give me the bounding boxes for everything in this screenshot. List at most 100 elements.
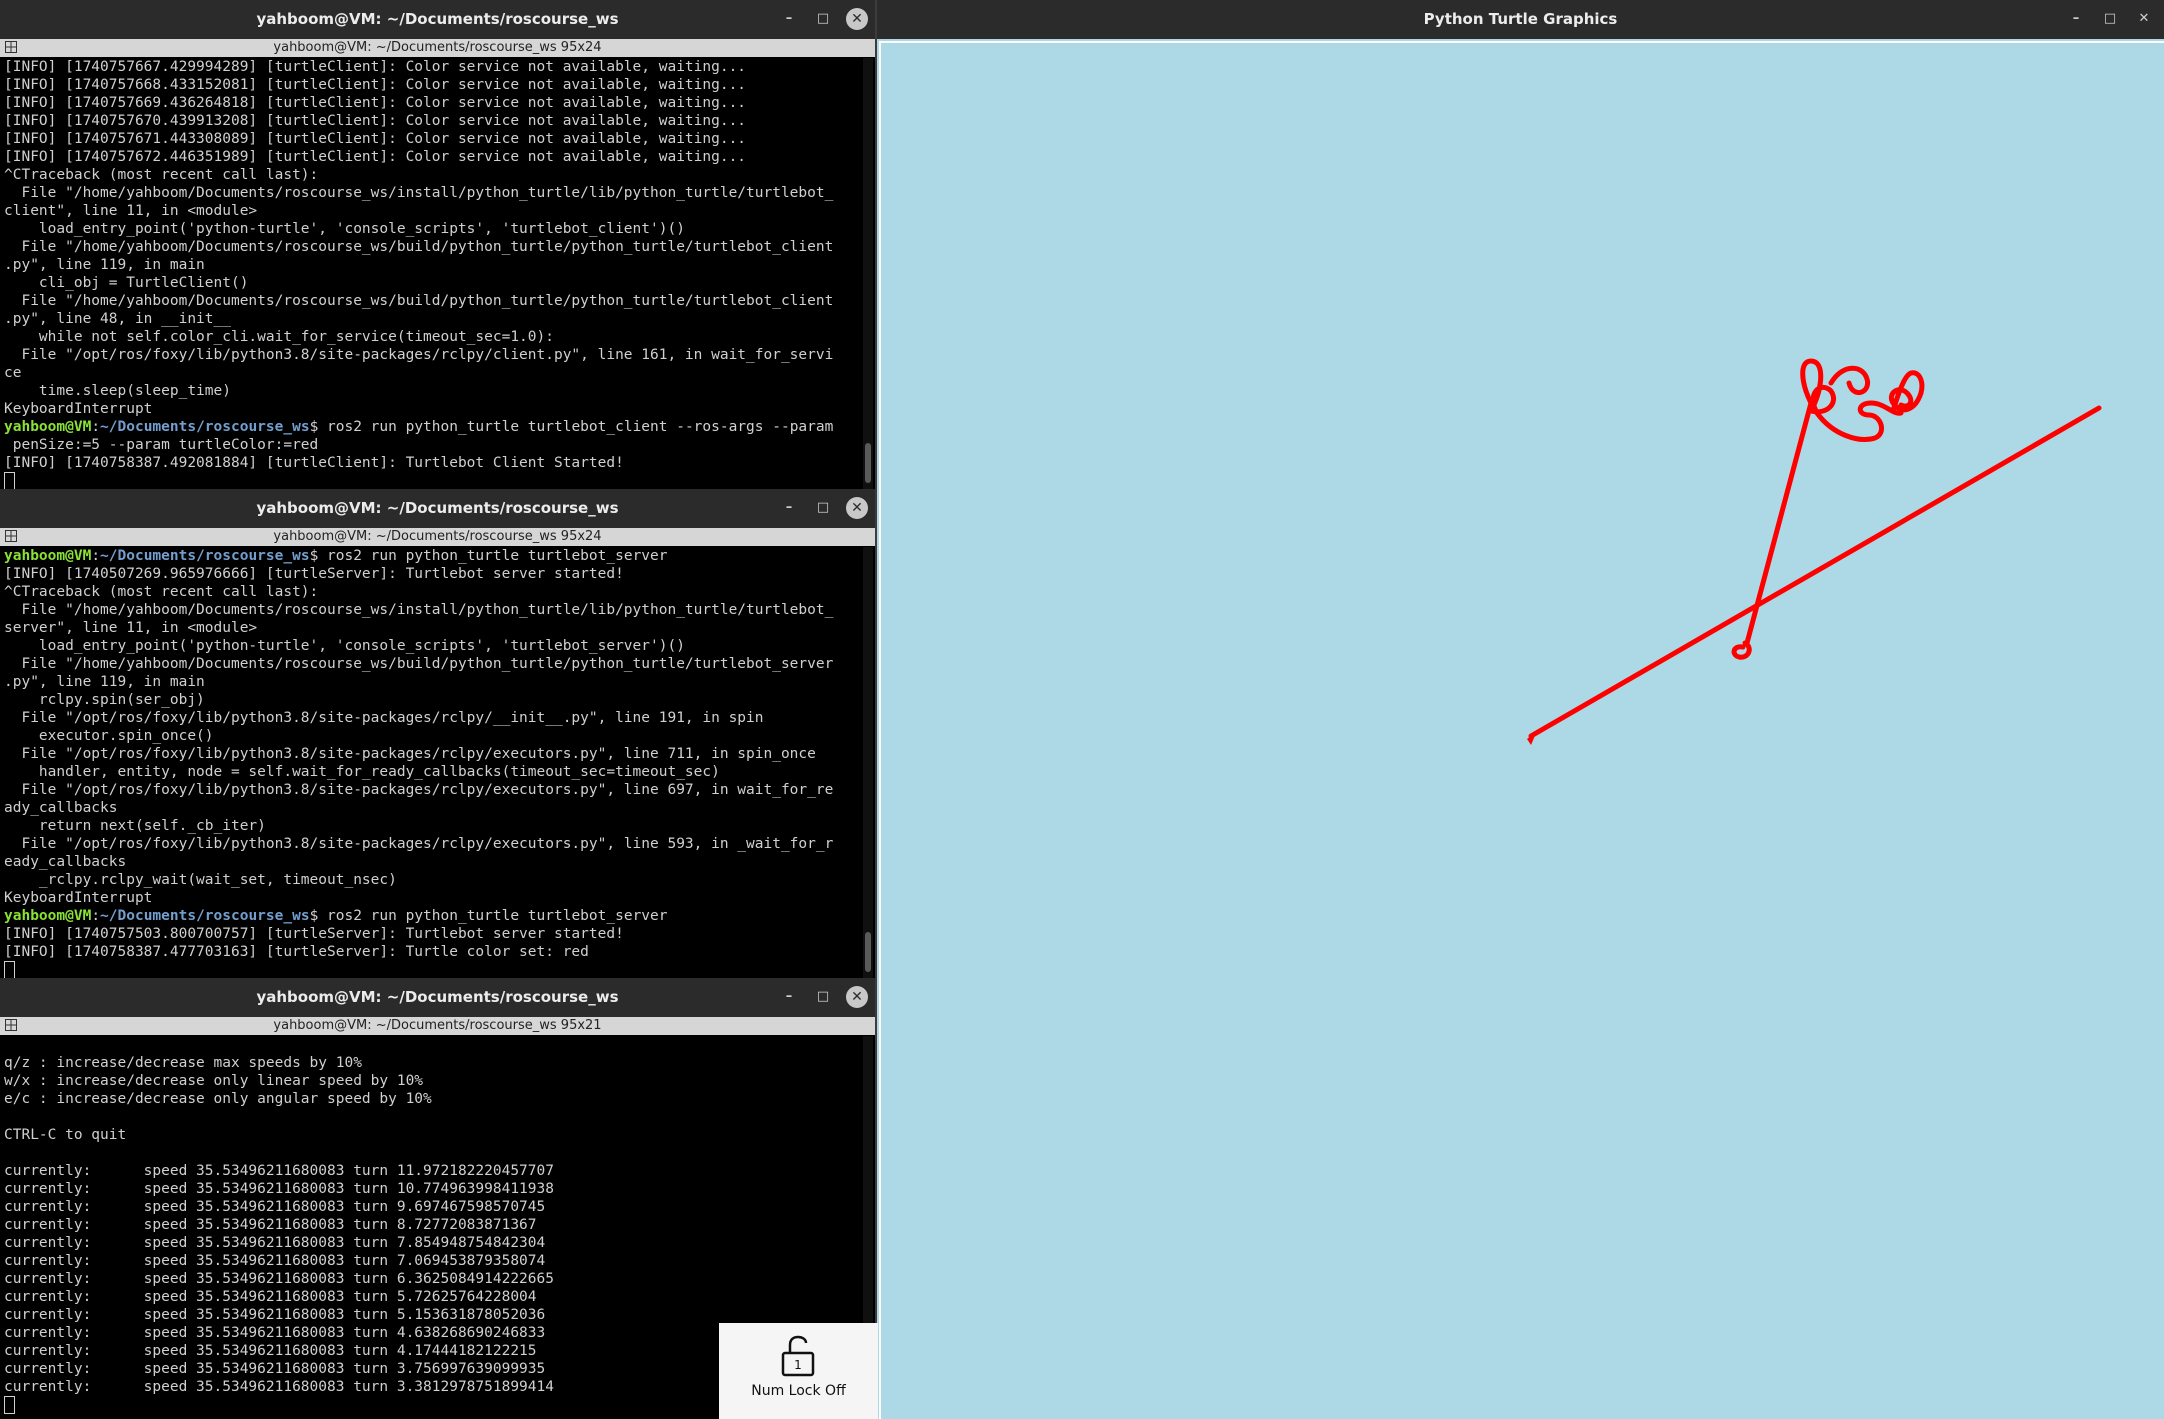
terminal-tab-icon[interactable] [5, 1019, 17, 1031]
terminal-line: [INFO] [1740757672.446351989] [turtleCli… [4, 149, 747, 165]
terminal-line: eady_callbacks [4, 854, 127, 870]
window-title: yahboom@VM: ~/Documents/roscourse_ws [256, 988, 619, 1006]
command-text: $ ros2 run python_turtle turtlebot_clien… [309, 419, 834, 435]
close-button[interactable]: ✕ [846, 497, 868, 519]
terminal-line: yahboom@VM:~/Documents/roscourse_ws$ ros… [4, 418, 859, 436]
close-button[interactable]: ✕ [2133, 8, 2155, 30]
terminal-line: currently: speed 35.53496211680083 turn … [4, 1235, 546, 1251]
terminal-line: yahboom@VM:~/Documents/roscourse_ws$ ros… [4, 547, 859, 565]
terminal-line: File "/home/yahboom/Documents/roscourse_… [4, 185, 834, 201]
terminal-line: currently: speed 35.53496211680083 turn … [4, 1217, 537, 1233]
terminal-line: currently: speed 35.53496211680083 turn … [4, 1163, 554, 1179]
terminal-line: File "/opt/ros/foxy/lib/python3.8/site-p… [4, 836, 834, 852]
numlock-indicator: 1 Num Lock Off [719, 1323, 878, 1419]
terminal-line: File "/opt/ros/foxy/lib/python3.8/site-p… [4, 347, 834, 363]
terminal-line: File "/opt/ros/foxy/lib/python3.8/site-p… [4, 746, 816, 762]
terminal-window-client[interactable]: yahboom@VM: ~/Documents/roscourse_ws – □… [0, 0, 875, 489]
numlock-label: Num Lock Off [751, 1383, 846, 1399]
terminal-line: [INFO] [1740757667.429994289] [turtleCli… [4, 59, 747, 75]
close-button[interactable]: ✕ [846, 986, 868, 1008]
minimize-button[interactable]: – [778, 986, 800, 1008]
terminal-line: executor.spin_once() [4, 728, 214, 744]
terminal-line: [INFO] [1740757670.439913208] [turtleCli… [4, 113, 747, 129]
terminal-line: File "/home/yahboom/Documents/roscourse_… [4, 602, 834, 618]
terminal-tab-bar: yahboom@VM: ~/Documents/roscourse_ws 95x… [0, 528, 875, 546]
turtle-path-long-line [1528, 405, 2102, 739]
terminal-tab-bar: yahboom@VM: ~/Documents/roscourse_ws 95x… [0, 39, 875, 57]
terminal-line: handler, entity, node = self.wait_for_re… [4, 764, 720, 780]
terminal-tab-icon[interactable] [5, 41, 17, 53]
terminal-line: load_entry_point('python-turtle', 'conso… [4, 221, 685, 237]
terminal-line: e/c : increase/decrease only angular spe… [4, 1091, 432, 1107]
maximize-button[interactable]: □ [2099, 8, 2121, 30]
terminal-line: return next(self._cb_iter) [4, 818, 266, 834]
terminal-window-server[interactable]: yahboom@VM: ~/Documents/roscourse_ws – □… [0, 489, 875, 978]
terminal-line: File "/home/yahboom/Documents/roscourse_… [4, 239, 834, 255]
window-title: yahboom@VM: ~/Documents/roscourse_ws [256, 499, 619, 517]
terminal-line: [INFO] [1740758387.477703163] [turtleSer… [4, 944, 589, 960]
title-bar[interactable]: yahboom@VM: ~/Documents/roscourse_ws – □… [0, 489, 875, 528]
cursor-line [4, 472, 859, 489]
prompt-user: yahboom@VM [4, 908, 92, 924]
terminal-line: cli_obj = TurtleClient() [4, 275, 249, 291]
terminal-tab-title: yahboom@VM: ~/Documents/roscourse_ws 95x… [273, 40, 602, 55]
cursor-line [4, 961, 859, 978]
terminal-line: [INFO] [1740507269.965976666] [turtleSer… [4, 566, 624, 582]
maximize-button[interactable]: □ [812, 986, 834, 1008]
scrollbar-thumb[interactable] [865, 443, 871, 483]
terminal-output[interactable]: yahboom@VM:~/Documents/roscourse_ws$ ros… [4, 547, 859, 978]
close-button[interactable]: ✕ [846, 8, 868, 30]
title-bar[interactable]: yahboom@VM: ~/Documents/roscourse_ws – □… [0, 0, 875, 39]
terminal-line: [INFO] [1740757503.800700757] [turtleSer… [4, 926, 624, 942]
title-bar[interactable]: Python Turtle Graphics – □ ✕ [877, 0, 2164, 39]
terminal-line: CTRL-C to quit [4, 1127, 127, 1143]
terminal-line: load_entry_point('python-turtle', 'conso… [4, 638, 685, 654]
terminal-line: [INFO] [1740757671.443308089] [turtleCli… [4, 131, 747, 147]
prompt-user: yahboom@VM [4, 419, 92, 435]
terminal-line: File "/opt/ros/foxy/lib/python3.8/site-p… [4, 782, 834, 798]
terminal-line: [INFO] [1740757668.433152081] [turtleCli… [4, 77, 747, 93]
turtle-path-end-loop [1889, 370, 1925, 414]
terminal-line: ady_callbacks [4, 800, 118, 816]
terminal-line: currently: speed 35.53496211680083 turn … [4, 1199, 546, 1215]
terminal-output[interactable]: [INFO] [1740757667.429994289] [turtleCli… [4, 58, 859, 489]
window-title: Python Turtle Graphics [1423, 10, 1618, 28]
terminal-tab-bar: yahboom@VM: ~/Documents/roscourse_ws 95x… [0, 1017, 875, 1035]
terminal-line: currently: speed 35.53496211680083 turn … [4, 1253, 546, 1269]
numlock-key-number: 1 [794, 1358, 802, 1372]
terminal-line: ^CTraceback (most recent call last): [4, 584, 319, 600]
prompt-user: yahboom@VM [4, 548, 92, 564]
minimize-button[interactable]: – [778, 497, 800, 519]
scrollbar-thumb[interactable] [865, 932, 871, 972]
text-cursor [4, 472, 15, 489]
terminal-line: File "/home/yahboom/Documents/roscourse_… [4, 656, 834, 672]
turtle-canvas[interactable] [879, 41, 2164, 1419]
terminal-line: currently: speed 35.53496211680083 turn … [4, 1181, 554, 1197]
maximize-button[interactable]: □ [812, 8, 834, 30]
terminal-line: [INFO] [1740757669.436264818] [turtleCli… [4, 95, 747, 111]
terminal-line: rclpy.spin(ser_obj) [4, 692, 205, 708]
minimize-button[interactable]: – [2065, 8, 2087, 30]
terminal-line: File "/home/yahboom/Documents/roscourse_… [4, 293, 834, 309]
terminal-line: [INFO] [1740758387.492081884] [turtleCli… [4, 455, 624, 471]
title-bar[interactable]: yahboom@VM: ~/Documents/roscourse_ws – □… [0, 978, 875, 1017]
turtle-path-loops [1800, 358, 1904, 442]
terminal-tab-icon[interactable] [5, 530, 17, 542]
unlock-icon: 1 [781, 1335, 815, 1377]
terminal-line: KeyboardInterrupt [4, 890, 153, 906]
minimize-button[interactable]: – [778, 8, 800, 30]
turtle-graphics-window[interactable]: Python Turtle Graphics – □ ✕ [877, 0, 2164, 1419]
terminal-line: .py", line 119, in main [4, 257, 205, 273]
scrollbar[interactable] [863, 547, 873, 978]
turtle-path-start-knot [1731, 640, 1752, 660]
terminal-line: _rclpy.rclpy_wait(wait_set, timeout_nsec… [4, 872, 397, 888]
scrollbar[interactable] [863, 58, 873, 489]
terminal-line: currently: speed 35.53496211680083 turn … [4, 1307, 546, 1323]
window-title: yahboom@VM: ~/Documents/roscourse_ws [256, 10, 619, 28]
maximize-button[interactable]: □ [812, 497, 834, 519]
command-text: $ ros2 run python_turtle turtlebot_serve… [309, 548, 668, 564]
terminal-line: KeyboardInterrupt [4, 401, 153, 417]
